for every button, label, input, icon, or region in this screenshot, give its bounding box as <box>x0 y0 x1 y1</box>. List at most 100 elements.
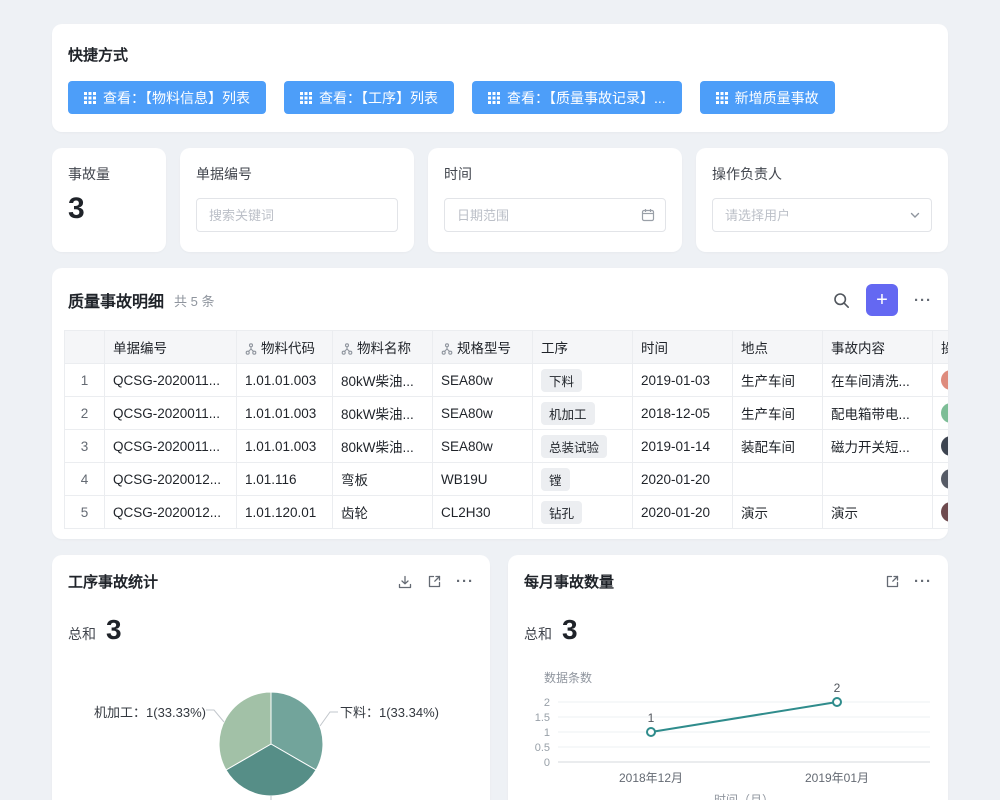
quality-dashboard: 快捷方式 查看：【物料信息】列表查看：【工序】列表查看：【质量事故记录】...新… <box>0 0 1000 800</box>
shortcut-button[interactable]: 查看：【质量事故记录】... <box>472 81 682 114</box>
expand-button[interactable] <box>427 574 442 589</box>
process-chart-more-button[interactable]: ··· <box>456 573 474 590</box>
shortcut-button[interactable]: 查看：【工序】列表 <box>284 81 454 114</box>
column-header-6: 时间 <box>633 331 733 364</box>
branch-icon <box>441 343 453 355</box>
expand-icon <box>885 574 900 589</box>
accident-detail-card: 质量事故明细 共 5 条 + ··· 单据编号物料代码物料名称规格型号工序时间地… <box>52 268 948 539</box>
monthly-chart-actions: ··· <box>885 573 932 590</box>
cell: 1.01.01.003 <box>237 397 333 430</box>
row-index: 1 <box>65 364 105 397</box>
data-point-0[interactable] <box>647 728 655 736</box>
avatar <box>941 403 948 423</box>
shortcut-button-label: 查看：【工序】列表 <box>319 88 438 108</box>
operator-select-input[interactable] <box>723 207 903 224</box>
cell: 齿轮 <box>333 496 433 529</box>
operator-cell <box>933 496 949 529</box>
grid-icon <box>300 92 312 104</box>
column-header-label: 操作负责人 <box>941 341 948 356</box>
column-header-1: 单据编号 <box>105 331 237 364</box>
cell: SEA80w <box>433 430 533 463</box>
cell: 装配车间 <box>733 430 823 463</box>
cell: 1.01.01.003 <box>237 364 333 397</box>
process-sum: 总和 3 <box>68 614 474 648</box>
process-cell: 钻孔 <box>533 496 633 529</box>
cell: 2018-12-05 <box>633 397 733 430</box>
column-header-0 <box>65 331 105 364</box>
pie-svg <box>68 662 474 800</box>
cell: SEA80w <box>433 364 533 397</box>
table-more-button[interactable]: ··· <box>914 292 932 309</box>
operator-cell <box>933 364 949 397</box>
column-header-label: 工序 <box>541 341 568 356</box>
point-value-label: 1 <box>648 711 655 725</box>
process-tag: 下料 <box>541 369 582 392</box>
grid-icon <box>488 92 500 104</box>
process-chart-actions: ··· <box>397 573 474 590</box>
table-scroll-area[interactable]: 单据编号物料代码物料名称规格型号工序时间地点事故内容操作负责人 1QCSG-20… <box>64 330 948 529</box>
process-chart-header: 工序事故统计 ··· <box>68 571 474 592</box>
export-icon <box>397 574 413 590</box>
add-record-button[interactable]: + <box>866 284 898 316</box>
expand-button[interactable] <box>885 574 900 589</box>
process-cell: 机加工 <box>533 397 633 430</box>
operator-cell <box>933 397 949 430</box>
search-button[interactable] <box>833 292 850 309</box>
table-row[interactable]: 4QCSG-2020012...1.01.116弯板WB19U镗2020-01-… <box>65 463 949 496</box>
export-button[interactable] <box>397 574 413 590</box>
data-point-1[interactable] <box>833 698 841 706</box>
shortcut-button[interactable]: 新增质量事故 <box>700 81 835 114</box>
date-range-input[interactable] <box>455 207 635 224</box>
doc-number-search-box[interactable] <box>196 198 398 232</box>
pie-leader-line-2 <box>206 710 224 722</box>
cell: 2020-01-20 <box>633 496 733 529</box>
cell: 1.01.120.01 <box>237 496 333 529</box>
accidents-table: 单据编号物料代码物料名称规格型号工序时间地点事故内容操作负责人 1QCSG-20… <box>64 330 948 529</box>
column-header-label: 单据编号 <box>113 341 167 356</box>
monthly-chart-more-button[interactable]: ··· <box>914 573 932 590</box>
monthly-chart-header: 每月事故数量 ··· <box>524 571 932 592</box>
cell: QCSG-2020011... <box>105 430 237 463</box>
table-row[interactable]: 2QCSG-2020011...1.01.01.00380kW柴油...SEA8… <box>65 397 949 430</box>
cell: 演示 <box>733 496 823 529</box>
process-chart-title: 工序事故统计 <box>68 571 158 592</box>
cell: QCSG-2020012... <box>105 496 237 529</box>
table-row[interactable]: 1QCSG-2020011...1.01.01.00380kW柴油...SEA8… <box>65 364 949 397</box>
point-value-label: 2 <box>834 681 841 695</box>
pie-label-jijiagong: 机加工：1(33.33%) <box>68 702 206 721</box>
column-header-label: 物料名称 <box>357 341 411 356</box>
x-category-label: 2018年12月 <box>619 771 683 785</box>
process-cell: 镗 <box>533 463 633 496</box>
sum-label: 总和 <box>524 624 552 644</box>
cell: QCSG-2020011... <box>105 364 237 397</box>
shortcut-button[interactable]: 查看：【物料信息】列表 <box>68 81 266 114</box>
table-actions: + ··· <box>833 284 932 316</box>
column-header-7: 地点 <box>733 331 823 364</box>
calendar-icon <box>641 208 655 222</box>
operator-cell <box>933 430 949 463</box>
pie-leader-line-0 <box>320 712 338 726</box>
shortcut-button-label: 新增质量事故 <box>735 88 819 108</box>
cell: 1.01.116 <box>237 463 333 496</box>
branch-icon <box>341 343 353 355</box>
cell: 配电箱带电... <box>823 397 933 430</box>
pie-label-xialiao: 下料：1(33.34%) <box>340 702 439 721</box>
monthly-count-card: 每月事故数量 ··· 总和 3 21.510.50数据条数12018年12月22… <box>508 555 948 800</box>
cell: CL2H30 <box>433 496 533 529</box>
process-cell: 下料 <box>533 364 633 397</box>
accident-count-value: 3 <box>68 192 150 226</box>
column-header-label: 地点 <box>741 341 768 356</box>
operator-select[interactable] <box>712 198 932 232</box>
doc-number-search-input[interactable] <box>207 207 387 224</box>
branch-icon <box>245 343 257 355</box>
table-row[interactable]: 5QCSG-2020012...1.01.120.01齿轮CL2H30钻孔202… <box>65 496 949 529</box>
cell: 磁力开关短... <box>823 430 933 463</box>
date-range-picker[interactable] <box>444 198 666 232</box>
shortcut-button-label: 查看：【物料信息】列表 <box>103 88 250 108</box>
monthly-line-chart: 21.510.50数据条数12018年12月22019年01月时间（月） <box>524 652 932 800</box>
process-stats-card: 工序事故统计 ··· 总和 3 下料：1(33.34%) 总装试验 <box>52 555 490 800</box>
process-tag: 钻孔 <box>541 501 582 524</box>
column-header-label: 时间 <box>641 341 668 356</box>
table-row[interactable]: 3QCSG-2020011...1.01.01.00380kW柴油...SEA8… <box>65 430 949 463</box>
y-tick-label: 1 <box>544 727 550 739</box>
